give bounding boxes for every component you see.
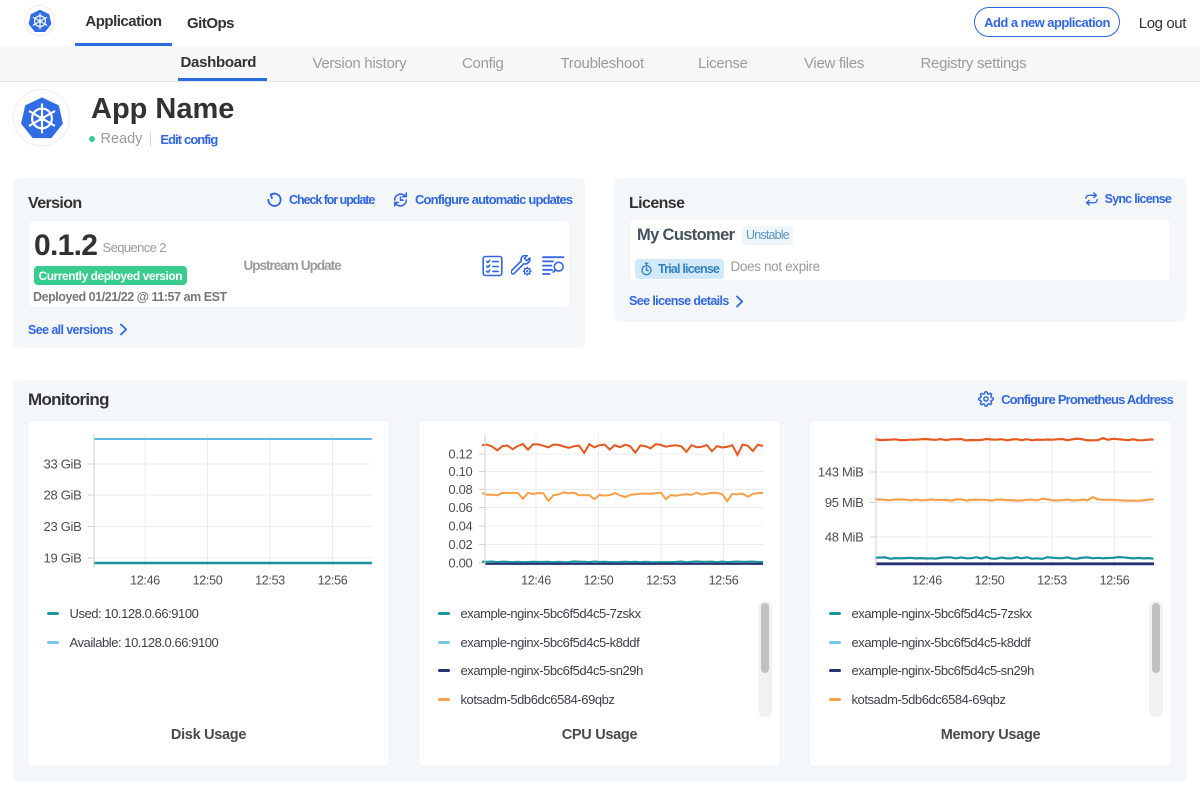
- svg-text:12:56: 12:56: [1100, 574, 1130, 588]
- svg-text:12:56: 12:56: [318, 574, 348, 588]
- svg-text:28 GiB: 28 GiB: [44, 488, 82, 503]
- svg-text:0.12: 0.12: [448, 447, 472, 462]
- svg-text:0.06: 0.06: [448, 500, 472, 515]
- svg-text:12:46: 12:46: [130, 574, 160, 588]
- svg-text:12:56: 12:56: [709, 574, 739, 588]
- svg-text:95 MiB: 95 MiB: [825, 495, 864, 510]
- svg-text:0.02: 0.02: [448, 537, 472, 552]
- svg-text:33 GiB: 33 GiB: [44, 457, 82, 472]
- svg-text:12:50: 12:50: [193, 574, 223, 588]
- svg-text:12:53: 12:53: [1037, 574, 1067, 588]
- svg-text:12:53: 12:53: [646, 574, 676, 588]
- svg-text:12:46: 12:46: [912, 574, 942, 588]
- svg-text:0.00: 0.00: [448, 556, 472, 571]
- svg-text:0.08: 0.08: [448, 482, 472, 497]
- svg-text:12:50: 12:50: [975, 574, 1005, 588]
- svg-text:143 MiB: 143 MiB: [818, 465, 864, 480]
- svg-text:12:53: 12:53: [255, 574, 285, 588]
- svg-text:12:50: 12:50: [584, 574, 614, 588]
- svg-text:0.10: 0.10: [448, 464, 472, 479]
- svg-text:23 GiB: 23 GiB: [44, 519, 82, 534]
- svg-text:48 MiB: 48 MiB: [825, 530, 864, 545]
- svg-text:0.04: 0.04: [448, 519, 472, 534]
- svg-text:12:46: 12:46: [521, 574, 551, 588]
- svg-text:19 GiB: 19 GiB: [44, 551, 82, 566]
